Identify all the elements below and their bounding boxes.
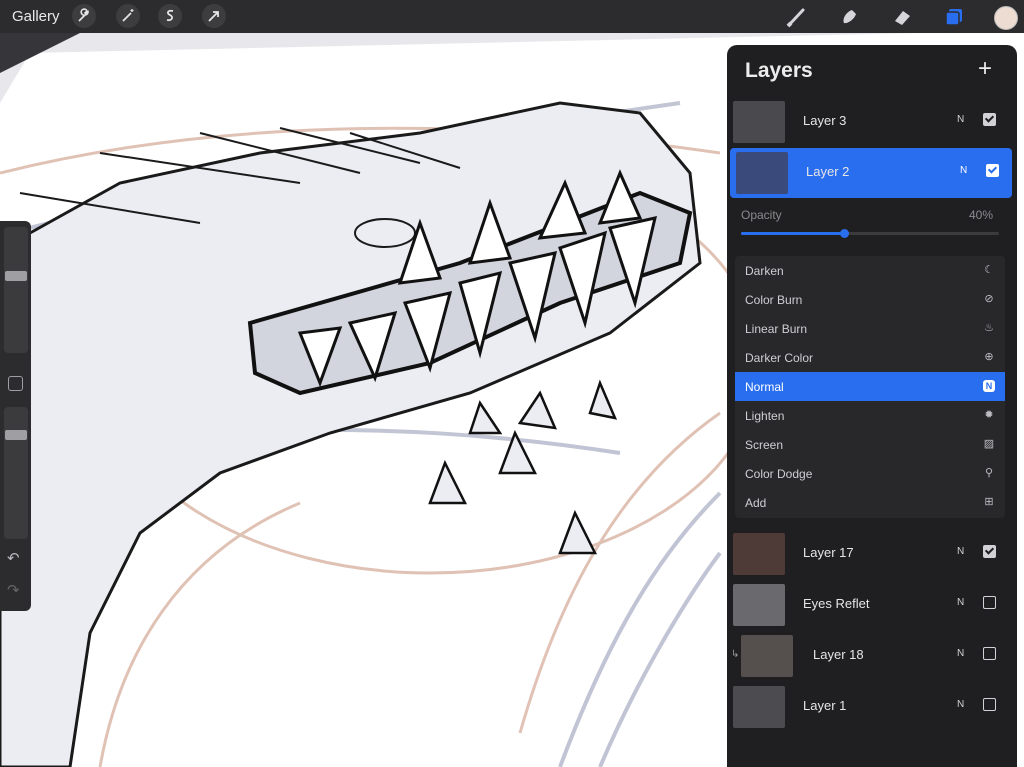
layer-name: Layer 2 xyxy=(806,164,850,179)
add-layer-button[interactable]: + xyxy=(978,55,992,83)
layer-visibility-checkbox[interactable] xyxy=(986,164,999,177)
color-picker-swatch[interactable] xyxy=(994,6,1018,30)
opacity-knob[interactable] xyxy=(840,229,850,238)
layers-title: Layers xyxy=(745,59,813,82)
gallery-button[interactable]: Gallery xyxy=(12,8,60,25)
layer-name: Layer 17 xyxy=(803,545,854,560)
clipping-mask-icon: ↳ xyxy=(731,649,740,660)
brush-opacity-thumb[interactable] xyxy=(5,429,27,440)
layer-thumbnail xyxy=(736,152,788,194)
top-toolbar: Gallery xyxy=(0,0,1024,33)
layers-panel: Layers + Layer 3 N Layer 2 N Opacity 40%… xyxy=(727,45,1017,767)
layer-visibility-checkbox[interactable] xyxy=(983,113,996,126)
undo-icon[interactable]: ↶ xyxy=(7,549,20,567)
layer-name: Layer 18 xyxy=(813,647,864,662)
layer-blend-mode-button[interactable]: N xyxy=(957,546,964,557)
layer-row[interactable]: Layer 1 N xyxy=(727,682,1017,732)
layer-blend-mode-button[interactable]: N xyxy=(957,648,964,659)
magic-wand-icon[interactable] xyxy=(116,4,140,28)
blend-mode-label: Screen xyxy=(745,438,784,452)
blend-mode-label: Color Dodge xyxy=(745,467,813,481)
blend-mode-label: Darker Color xyxy=(745,351,814,365)
eraser-icon[interactable] xyxy=(889,4,915,30)
burn-icon: ⊘ xyxy=(984,293,994,305)
blend-mode-label: Lighten xyxy=(745,409,785,423)
brush-opacity-slider[interactable] xyxy=(4,407,28,539)
blend-mode-label: Darken xyxy=(745,264,784,278)
layer-name: Eyes Reflet xyxy=(803,596,870,611)
blend-mode-label: Normal xyxy=(745,380,784,394)
dodge-icon: ⚲ xyxy=(984,467,994,479)
transform-arrow-icon[interactable] xyxy=(202,4,226,28)
blend-mode-linear-burn[interactable]: Linear Burn ♨ xyxy=(735,314,1005,343)
wrench-icon[interactable] xyxy=(72,4,96,28)
hatch-icon: ▨ xyxy=(983,438,995,450)
selection-icon[interactable] xyxy=(158,4,182,28)
layer-name: Layer 1 xyxy=(803,698,847,713)
plus-square-icon: ⊞ xyxy=(984,496,994,508)
blend-mode-color-burn[interactable]: Color Burn ⊘ xyxy=(735,285,1005,314)
layer-row-selected[interactable]: Layer 2 N xyxy=(730,148,1012,198)
layer-row[interactable]: Eyes Reflet N xyxy=(727,580,1017,630)
layer-blend-mode-button[interactable]: N xyxy=(960,165,967,176)
layer-opacity-slider[interactable] xyxy=(741,229,999,238)
layer-visibility-checkbox[interactable] xyxy=(983,545,996,558)
layer-blend-mode-button[interactable]: N xyxy=(957,597,964,608)
flame-icon: ♨ xyxy=(984,322,994,334)
left-sidebar: ↶ ↷ xyxy=(0,221,31,611)
blend-mode-lighten[interactable]: Lighten ✹ xyxy=(735,401,1005,430)
moon-icon: ☾ xyxy=(984,264,994,276)
brush-icon[interactable] xyxy=(783,4,809,30)
smudge-icon[interactable] xyxy=(836,4,862,30)
blend-mode-darken[interactable]: Darken ☾ xyxy=(735,256,1005,285)
layer-blend-mode-button[interactable]: N xyxy=(957,699,964,710)
redo-icon[interactable]: ↷ xyxy=(7,581,20,599)
blend-mode-label: Add xyxy=(745,496,767,510)
layer-thumbnail xyxy=(733,533,785,575)
blend-mode-label: Linear Burn xyxy=(745,322,808,336)
sun-icon: ✹ xyxy=(984,409,994,421)
layer-thumbnail xyxy=(741,635,793,677)
brush-size-thumb[interactable] xyxy=(5,271,27,282)
blend-mode-color-dodge[interactable]: Color Dodge ⚲ xyxy=(735,459,1005,488)
layer-row[interactable]: Layer 3 N xyxy=(727,97,1017,147)
layer-thumbnail xyxy=(733,101,785,143)
layer-visibility-checkbox[interactable] xyxy=(983,698,996,711)
normal-badge-icon: N xyxy=(983,380,995,392)
layer-name: Layer 3 xyxy=(803,113,847,128)
brush-size-slider[interactable] xyxy=(4,227,28,353)
layer-blend-mode-button[interactable]: N xyxy=(957,114,964,125)
blend-mode-list: Darken ☾ Color Burn ⊘ Linear Burn ♨ Dark… xyxy=(735,256,1005,518)
blend-mode-darker-color[interactable]: Darker Color ⊕ xyxy=(735,343,1005,372)
layers-icon[interactable] xyxy=(941,4,967,30)
opacity-value: 40% xyxy=(969,208,994,222)
blend-mode-normal[interactable]: Normal N xyxy=(735,372,1005,401)
blend-mode-screen[interactable]: Screen ▨ xyxy=(735,430,1005,459)
opacity-fill xyxy=(741,232,845,235)
layer-thumbnail xyxy=(733,584,785,626)
layer-visibility-checkbox[interactable] xyxy=(983,596,996,609)
blend-mode-label: Color Burn xyxy=(745,293,803,307)
layer-visibility-checkbox[interactable] xyxy=(983,647,996,660)
layer-row[interactable]: Layer 17 N xyxy=(727,529,1017,579)
layer-row-clipped[interactable]: ↳ Layer 18 N xyxy=(727,631,1017,681)
plus-circle-icon: ⊕ xyxy=(984,351,994,363)
layer-thumbnail xyxy=(733,686,785,728)
opacity-label: Opacity xyxy=(741,208,782,222)
modify-button[interactable] xyxy=(8,376,23,391)
blend-mode-add[interactable]: Add ⊞ xyxy=(735,488,1005,517)
